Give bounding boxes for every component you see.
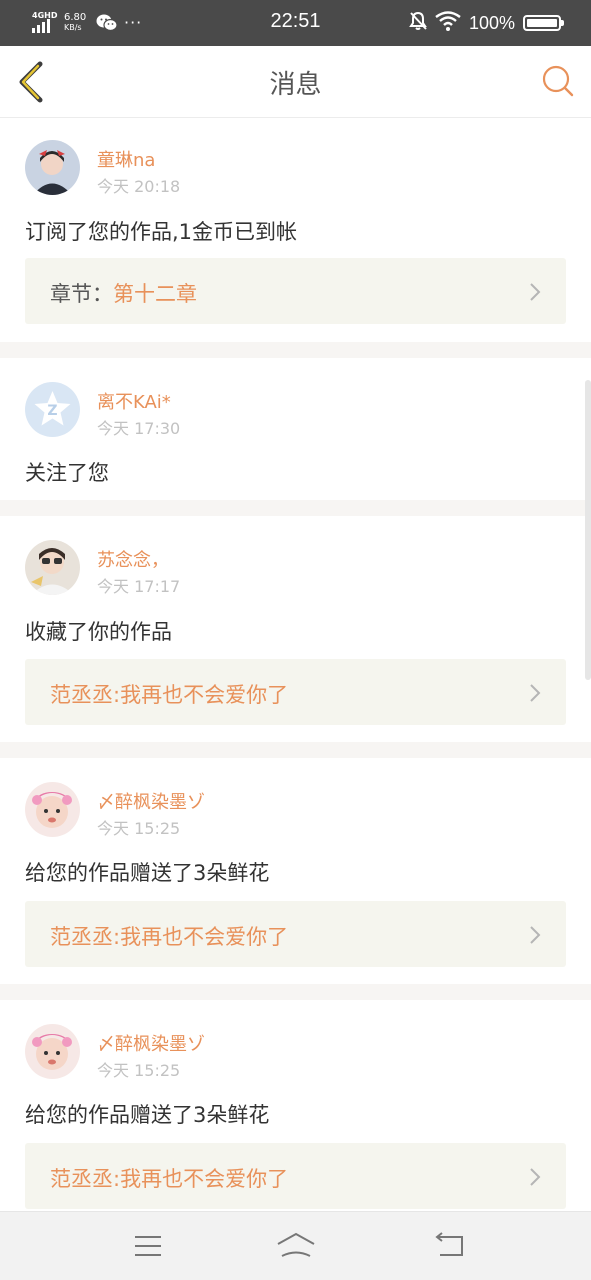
menu-icon[interactable]: [128, 1230, 168, 1262]
wifi-icon: [435, 11, 461, 35]
chapter-link[interactable]: 章节：第十二章: [25, 258, 566, 324]
user-name[interactable]: 童琳na: [97, 146, 155, 172]
ref-value: 范丞丞:我再也不会爱你了: [50, 683, 289, 707]
message-item[interactable]: 童琳na 今天 20:18 订阅了您的作品,1金币已到帐 章节：第十二章: [0, 118, 591, 344]
divider: [0, 342, 591, 358]
ref-value: 范丞丞:我再也不会爱你了: [50, 1167, 289, 1191]
user-name[interactable]: 苏念念，: [97, 546, 169, 572]
message-item[interactable]: 苏念念， 今天 17:17 收藏了你的作品 范丞丞:我再也不会爱你了: [0, 516, 591, 740]
ref-value: 第十二章: [113, 282, 197, 306]
message-item[interactable]: Z 离不KAi* 今天 17:30 关注了您: [0, 358, 591, 500]
system-nav-bar: [0, 1211, 591, 1280]
message-text: 收藏了你的作品: [25, 620, 172, 644]
avatar[interactable]: [25, 140, 80, 195]
avatar[interactable]: [25, 1024, 80, 1079]
message-time: 今天 17:30: [97, 419, 181, 438]
message-item[interactable]: 〆醉枫染墨ゾ 今天 15:25 给您的作品赠送了3朵鲜花 范丞丞:我再也不会爱你…: [0, 758, 591, 982]
message-time: 今天 17:17: [97, 577, 181, 596]
user-name[interactable]: 离不KAi*: [97, 388, 171, 414]
mute-bell-icon: [409, 11, 427, 35]
user-name[interactable]: 〆醉枫染墨ゾ: [97, 788, 205, 814]
divider: [0, 742, 591, 758]
battery-percent: 100%: [468, 12, 515, 33]
message-item[interactable]: 〆醉枫染墨ゾ 今天 15:25 给您的作品赠送了3朵鲜花 范丞丞:我再也不会爱你…: [0, 1000, 591, 1211]
divider: [0, 984, 591, 1000]
chevron-right-icon: [530, 926, 541, 944]
back-icon[interactable]: [430, 1230, 470, 1262]
work-link[interactable]: 范丞丞:我再也不会爱你了: [25, 1143, 566, 1209]
top-nav-bar: 消息: [0, 46, 591, 118]
avatar[interactable]: Z: [25, 382, 80, 437]
status-bar: 4GHD 6.80 KB/s ··· 22:51 100%: [0, 0, 591, 46]
message-time: 今天 15:25: [97, 1061, 181, 1080]
chevron-right-icon: [530, 283, 541, 301]
message-text: 关注了您: [25, 461, 109, 485]
ref-text: 范丞丞:我再也不会爱你了: [50, 921, 288, 951]
message-text: 给您的作品赠送了3朵鲜花: [25, 1103, 270, 1127]
avatar[interactable]: [25, 782, 80, 837]
home-icon[interactable]: [276, 1230, 316, 1262]
work-link[interactable]: 范丞丞:我再也不会爱你了: [25, 901, 566, 967]
status-right: 100%: [409, 11, 564, 35]
chevron-right-icon: [530, 684, 541, 702]
search-icon[interactable]: [541, 64, 575, 98]
message-text: 给您的作品赠送了3朵鲜花: [25, 861, 270, 885]
ref-text: 章节：第十二章: [50, 278, 197, 308]
message-time: 今天 20:18: [97, 177, 181, 196]
message-time: 今天 15:25: [97, 819, 181, 838]
ref-text: 范丞丞:我再也不会爱你了: [50, 1163, 288, 1193]
svg-text:Z: Z: [47, 403, 57, 419]
ref-label: 章节：: [50, 282, 113, 306]
battery-icon: [523, 15, 564, 31]
message-text: 订阅了您的作品,1金币已到帐: [25, 220, 298, 244]
divider: [0, 500, 591, 516]
ref-value: 范丞丞:我再也不会爱你了: [50, 925, 289, 949]
ref-text: 范丞丞:我再也不会爱你了: [50, 679, 288, 709]
user-name[interactable]: 〆醉枫染墨ゾ: [97, 1030, 205, 1056]
avatar[interactable]: [25, 540, 80, 595]
chevron-right-icon: [530, 1168, 541, 1186]
scrollbar[interactable]: [585, 380, 591, 680]
page-title: 消息: [269, 70, 322, 100]
work-link[interactable]: 范丞丞:我再也不会爱你了: [25, 659, 566, 725]
